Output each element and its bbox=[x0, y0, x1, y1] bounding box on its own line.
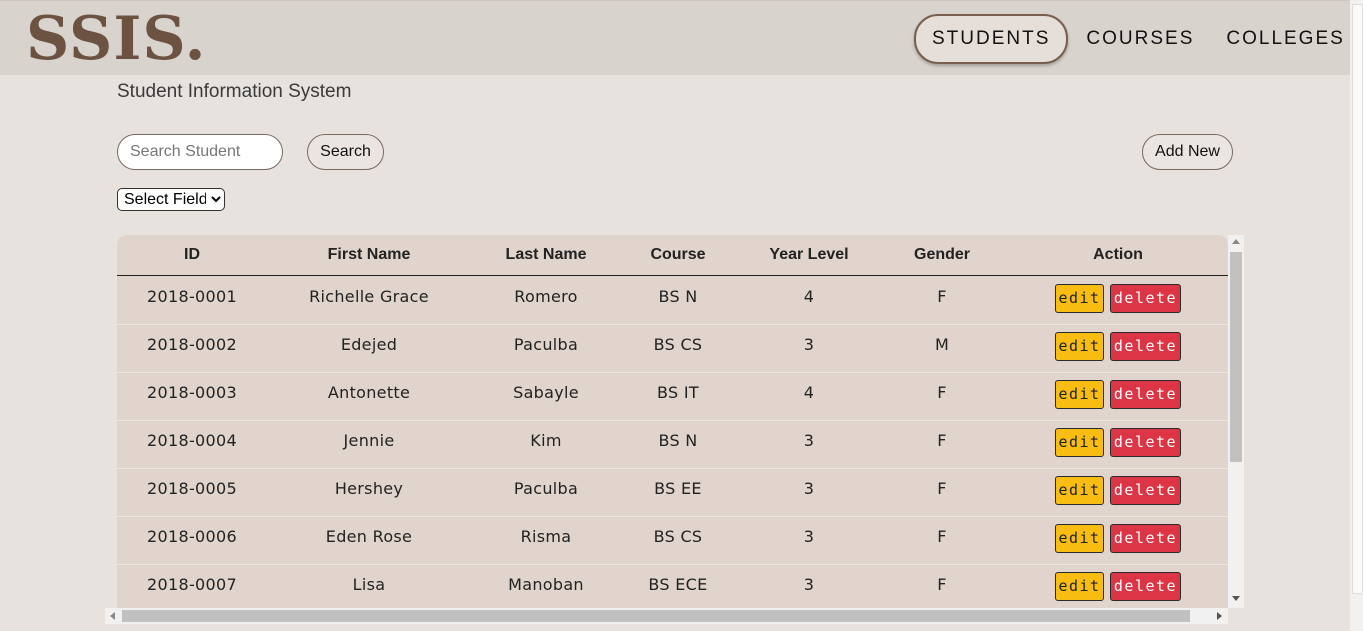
edit-button[interactable]: edit bbox=[1055, 284, 1104, 313]
delete-button[interactable]: delete bbox=[1110, 284, 1181, 313]
cell-course: BS EE bbox=[654, 479, 702, 498]
students-table: ID First Name Last Name Course Year Leve… bbox=[117, 235, 1228, 608]
nav-courses[interactable]: COURSES bbox=[1070, 16, 1210, 62]
cell-id: 2018-0002 bbox=[147, 335, 237, 354]
table-row: 2018-0004 Jennie Kim BS N 3 Fedit delete bbox=[117, 420, 1228, 469]
scroll-left-arrow-icon[interactable] bbox=[110, 612, 115, 620]
cell-year-level: 3 bbox=[803, 431, 815, 450]
cell-course: BS CS bbox=[653, 527, 703, 546]
cell-course: BS N bbox=[658, 287, 698, 306]
delete-button[interactable]: delete bbox=[1110, 524, 1181, 553]
cell-gender: F bbox=[937, 575, 947, 594]
table-row: 2018-0001 Richelle Grace Romero BS N 4 Fedit d… bbox=[117, 276, 1228, 325]
edit-button[interactable]: edit bbox=[1055, 476, 1104, 505]
delete-button[interactable]: delete bbox=[1110, 380, 1181, 409]
edit-button[interactable]: edit bbox=[1055, 332, 1104, 361]
cell-year-level: 3 bbox=[803, 575, 815, 594]
cell-gender: F bbox=[937, 479, 947, 498]
nav-students[interactable]: STUDENTS bbox=[914, 14, 1069, 64]
delete-button[interactable]: delete bbox=[1110, 572, 1181, 601]
cell-id: 2018-0006 bbox=[147, 527, 237, 546]
cell-gender: F bbox=[937, 287, 947, 306]
column-header-first-name[interactable]: First Name bbox=[328, 235, 411, 275]
table-row: 2018-0003 Antonette Sabayle BS IT 4 Fedit dele… bbox=[117, 372, 1228, 421]
cell-year-level: 4 bbox=[803, 287, 815, 306]
table-header: ID First Name Last Name Course Year Leve… bbox=[117, 235, 1228, 276]
cell-id: 2018-0005 bbox=[147, 479, 237, 498]
cell-first-name: Richelle Grace bbox=[309, 287, 429, 306]
cell-first-name: Antonette bbox=[327, 383, 411, 402]
cell-id: 2018-0007 bbox=[147, 575, 237, 594]
delete-button[interactable]: delete bbox=[1110, 428, 1181, 457]
horizontal-scroll-thumb[interactable] bbox=[122, 610, 1190, 622]
cell-last-name: Paculba bbox=[513, 335, 579, 354]
cell-year-level: 3 bbox=[803, 479, 815, 498]
main-nav: STUDENTS COURSES COLLEGES bbox=[914, 14, 1361, 64]
table-vertical-scrollbar[interactable] bbox=[1228, 235, 1244, 608]
cell-last-name: Sabayle bbox=[513, 383, 579, 402]
table-row: 2018-0005 Hershey Paculba BS EE 3 Fedit delete bbox=[117, 468, 1228, 517]
cell-course: BS IT bbox=[657, 383, 699, 402]
scroll-right-arrow-icon[interactable] bbox=[1217, 612, 1222, 620]
cell-course: BS ECE bbox=[648, 575, 708, 594]
cell-first-name: Jennie bbox=[343, 431, 395, 450]
nav-colleges[interactable]: COLLEGES bbox=[1210, 16, 1360, 62]
cell-course: BS CS bbox=[653, 335, 703, 354]
column-header-gender[interactable]: Gender bbox=[914, 235, 970, 275]
table-horizontal-scrollbar[interactable] bbox=[105, 608, 1228, 624]
cell-first-name: Lisa bbox=[352, 575, 386, 594]
edit-button[interactable]: edit bbox=[1055, 524, 1104, 553]
top-navbar: SSIS. STUDENTS COURSES COLLEGES bbox=[0, 0, 1350, 75]
table-row: 2018-0006 Eden Rose Risma BS CS 3 Fedit delete bbox=[117, 516, 1228, 565]
page-scrollbar[interactable] bbox=[1350, 0, 1363, 631]
cell-gender: F bbox=[937, 431, 947, 450]
cell-first-name: Hershey bbox=[334, 479, 404, 498]
page-scrollbar-thumb[interactable] bbox=[1352, 4, 1363, 594]
vertical-scroll-thumb[interactable] bbox=[1230, 252, 1242, 462]
delete-button[interactable]: delete bbox=[1110, 476, 1181, 505]
cell-id: 2018-0004 bbox=[147, 431, 237, 450]
cell-last-name: Romero bbox=[514, 287, 578, 306]
select-field-dropdown[interactable]: Select Field bbox=[117, 188, 225, 211]
cell-course: BS N bbox=[658, 431, 698, 450]
column-header-year-level[interactable]: Year Level bbox=[769, 235, 848, 275]
search-input[interactable] bbox=[117, 134, 283, 170]
cell-gender: F bbox=[937, 383, 947, 402]
edit-button[interactable]: edit bbox=[1055, 428, 1104, 457]
scroll-up-arrow-icon[interactable] bbox=[1232, 239, 1240, 244]
cell-year-level: 4 bbox=[803, 383, 815, 402]
cell-last-name: Risma bbox=[520, 527, 572, 546]
column-header-id[interactable]: ID bbox=[184, 235, 200, 275]
cell-year-level: 3 bbox=[803, 335, 815, 354]
cell-id: 2018-0003 bbox=[147, 383, 237, 402]
cell-first-name: Edejed bbox=[340, 335, 398, 354]
table-row: 2018-0007 Lisa Manoban BS ECE 3 Fedit delete bbox=[117, 564, 1228, 608]
app-logo[interactable]: SSIS. bbox=[26, 3, 207, 75]
table-row: 2018-0002 Edejed Paculba BS CS 3 Medit delete bbox=[117, 324, 1228, 373]
column-header-course[interactable]: Course bbox=[650, 235, 705, 275]
search-button[interactable]: Search bbox=[307, 134, 384, 170]
edit-button[interactable]: edit bbox=[1055, 572, 1104, 601]
cell-gender: F bbox=[937, 527, 947, 546]
add-new-button[interactable]: Add New bbox=[1142, 134, 1233, 170]
cell-first-name: Eden Rose bbox=[325, 527, 413, 546]
delete-button[interactable]: delete bbox=[1110, 332, 1181, 361]
cell-gender: M bbox=[934, 335, 950, 354]
cell-id: 2018-0001 bbox=[147, 287, 237, 306]
edit-button[interactable]: edit bbox=[1055, 380, 1104, 409]
cell-year-level: 3 bbox=[803, 527, 815, 546]
cell-last-name: Manoban bbox=[508, 575, 584, 594]
column-header-last-name[interactable]: Last Name bbox=[506, 235, 587, 275]
scroll-down-arrow-icon[interactable] bbox=[1232, 596, 1240, 601]
column-header-action: Action bbox=[1093, 246, 1143, 263]
page-subtitle: Student Information System bbox=[117, 81, 352, 102]
cell-last-name: Kim bbox=[530, 431, 562, 450]
cell-last-name: Paculba bbox=[513, 479, 579, 498]
